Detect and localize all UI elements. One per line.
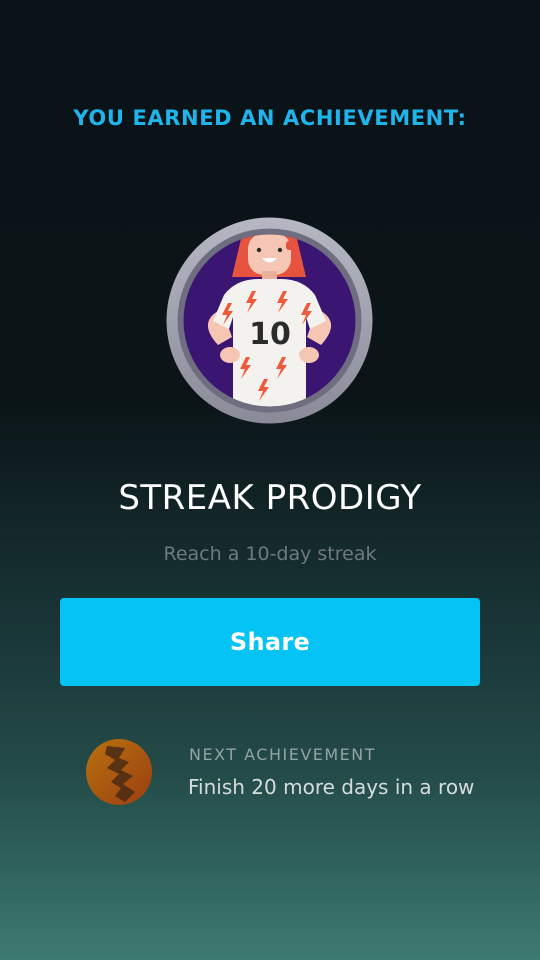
next-achievement-description: Finish 20 more days in a row <box>188 775 475 799</box>
next-achievement-label: NEXT ACHIEVEMENT <box>189 745 377 764</box>
achievement-description: Reach a 10-day streak <box>163 543 377 565</box>
share-button[interactable]: Share <box>60 598 480 686</box>
achievement-title: STREAK PRODIGY <box>118 478 422 518</box>
streak-prodigy-badge-icon: 10 <box>166 217 373 424</box>
badge-number: 10 <box>249 317 291 352</box>
achievement-headline: YOU EARNED AN ACHIEVEMENT: <box>73 106 467 130</box>
locked-bronze-badge-icon <box>86 739 152 805</box>
